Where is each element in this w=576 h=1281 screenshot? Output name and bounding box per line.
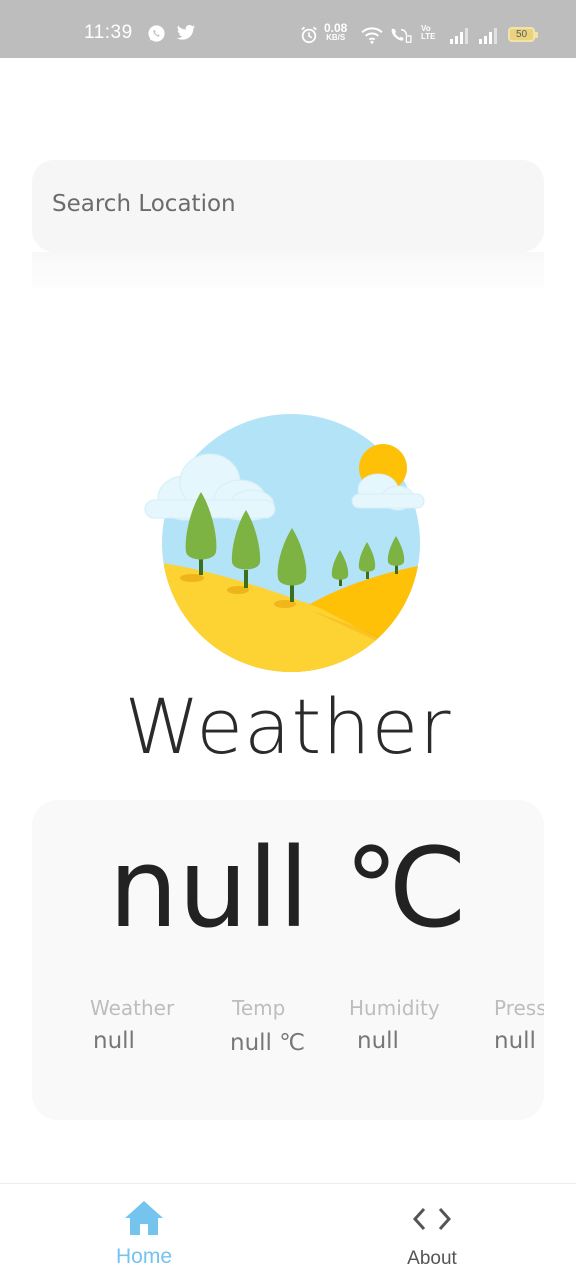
twitter-icon [176,24,196,46]
nav-about-label: About [407,1248,457,1269]
stat-temp-value: null ℃ [230,1030,306,1056]
app-title: Weather [124,682,452,771]
nav-item-home[interactable]: Home [0,1184,288,1281]
volte-indicator: Vo LTE [421,25,436,41]
stat-temp: Temp null ℃ [230,996,306,1056]
signal-strength-icon-2 [478,28,498,48]
battery-icon: 50 [508,27,538,42]
stat-pressure: Press null [494,996,544,1054]
network-speed: 0.08 KB/S [324,21,348,43]
volte-bottom: LTE [421,32,436,41]
alarm-icon [300,26,318,48]
weather-card: null ℃ Weather null Temp null ℃ Humidity… [32,800,544,1120]
stat-temp-label: Temp [232,996,286,1020]
wifi-calling-icon [389,26,413,48]
stat-pressure-value: null [494,1028,536,1054]
stat-humidity-label: Humidity [349,996,440,1020]
wifi-icon [361,26,383,48]
stat-weather-label: Weather [90,996,175,1020]
weather-illustration [140,410,430,680]
status-bar: 11:39 0.08 KB/S Vo LTE 50 [0,0,576,58]
status-time: 11:39 [84,22,133,43]
network-speed-value: 0.08 [324,21,348,35]
stat-weather-value: null [93,1028,135,1054]
search-input[interactable] [52,186,522,222]
stat-pressure-label: Press [494,996,544,1020]
stat-weather: Weather null [90,996,174,1054]
stat-humidity-value: null [357,1028,399,1054]
stat-humidity: Humidity null [349,996,440,1054]
signal-strength-icon [449,28,469,48]
current-temperature: null ℃ [108,824,468,952]
search-card-shadow [32,252,544,288]
network-speed-unit: KB/S [326,33,346,42]
bottom-navigation: Home About [0,1183,576,1281]
whatsapp-icon [147,24,166,47]
nav-home-label: Home [115,1245,173,1268]
code-icon [411,1206,453,1236]
nav-item-about[interactable]: About [288,1184,576,1281]
home-icon [123,1199,165,1241]
battery-level: 50 [515,29,528,40]
